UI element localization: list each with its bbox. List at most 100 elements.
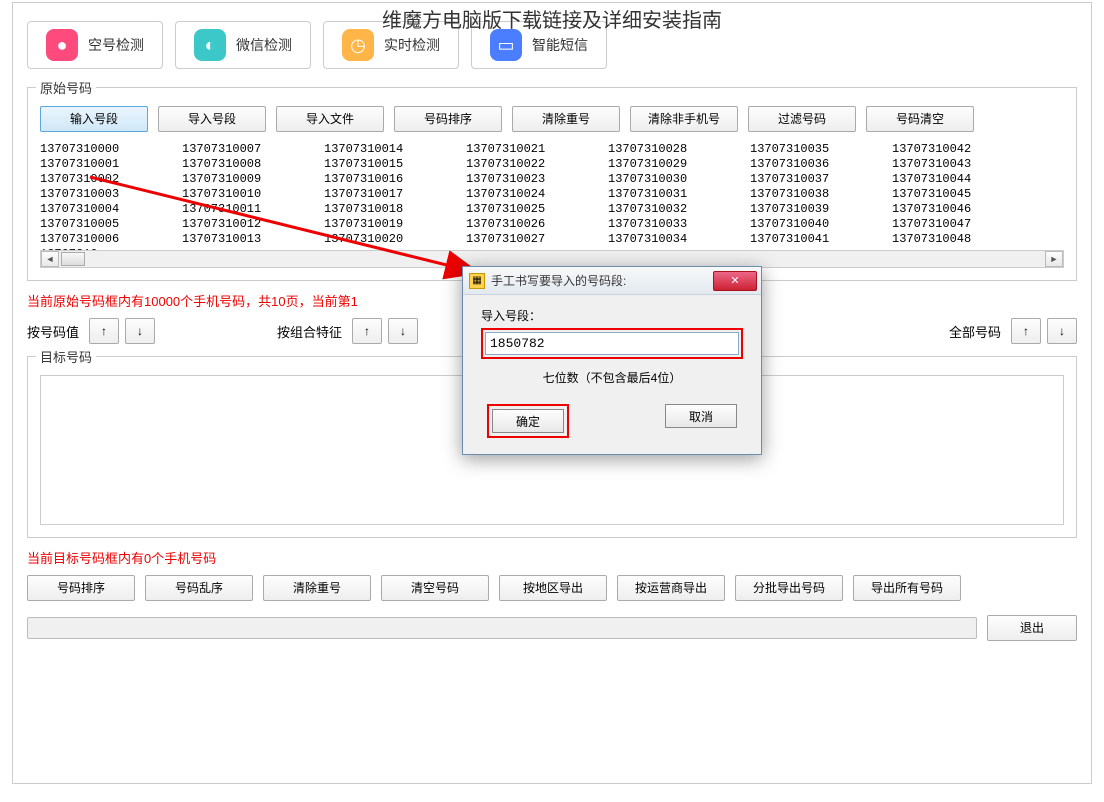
ok-button[interactable]: 确定 xyxy=(492,409,564,433)
remove-nonmobile-button[interactable]: 清除非手机号 xyxy=(630,106,738,132)
number-column: 1370731004213707310043137073100441370731… xyxy=(892,142,1034,247)
sort-group-down-button[interactable]: ↓ xyxy=(388,318,418,344)
all-down-button[interactable]: ↓ xyxy=(1047,318,1077,344)
export-region-button[interactable]: 按地区导出 xyxy=(499,575,607,601)
source-title: 原始号码 xyxy=(36,78,96,97)
scroll-left-icon[interactable]: ◄ xyxy=(41,251,59,267)
number-cell[interactable]: 13707310037 xyxy=(750,172,892,187)
dialog-field-label: 导入号段： xyxy=(481,307,743,324)
dedupe-button[interactable]: 清除重号 xyxy=(512,106,620,132)
number-cell[interactable]: 13707310030 xyxy=(608,172,750,187)
cancel-button[interactable]: 取消 xyxy=(665,404,737,428)
scroll-thumb[interactable] xyxy=(61,252,85,266)
number-cell[interactable]: 13707310045 xyxy=(892,187,1034,202)
number-cell[interactable]: 13707310032 xyxy=(608,202,750,217)
number-cell[interactable]: 13707310039 xyxy=(750,202,892,217)
clear-numbers-button[interactable]: 号码清空 xyxy=(866,106,974,132)
number-cell[interactable]: 13707310041 xyxy=(750,232,892,247)
number-cell[interactable]: 13707310009 xyxy=(182,172,324,187)
tab-empty-check[interactable]: ● 空号检测 xyxy=(27,21,163,69)
number-cell[interactable]: 13707310029 xyxy=(608,157,750,172)
number-cell[interactable]: 13707310024 xyxy=(466,187,608,202)
number-cell[interactable]: 13707310021 xyxy=(466,142,608,157)
number-cell[interactable]: 13707310003 xyxy=(40,187,182,202)
number-cell[interactable]: 13707310016 xyxy=(324,172,466,187)
filter-button[interactable]: 过滤号码 xyxy=(748,106,856,132)
input-segment-dialog: ▦ 手工书写要导入的号码段: ✕ 导入号段： 七位数（不包含最后4位） 确定 取… xyxy=(462,266,762,455)
number-cell[interactable]: 13707310000 xyxy=(40,142,182,157)
number-cell[interactable]: 13707310025 xyxy=(466,202,608,217)
sort-group-up-button[interactable]: ↑ xyxy=(352,318,382,344)
number-cell[interactable]: 13707310043 xyxy=(892,157,1034,172)
number-cell[interactable]: 13707310022 xyxy=(466,157,608,172)
ok-highlight: 确定 xyxy=(487,404,569,438)
export-carrier-button[interactable]: 按运营商导出 xyxy=(617,575,725,601)
export-all-button[interactable]: 导出所有号码 xyxy=(853,575,961,601)
number-cell[interactable]: 13707310044 xyxy=(892,172,1034,187)
number-column: 1370731013707310137073101370731013707310… xyxy=(40,247,100,250)
number-cell[interactable]: 13707310042 xyxy=(892,142,1034,157)
number-cell[interactable]: 13707310015 xyxy=(324,157,466,172)
number-cell[interactable]: 13707310026 xyxy=(466,217,608,232)
number-cell[interactable]: 13707310001 xyxy=(40,157,182,172)
number-cell[interactable]: 13707310036 xyxy=(750,157,892,172)
number-cell[interactable]: 13707310019 xyxy=(324,217,466,232)
number-cell[interactable]: 13707310048 xyxy=(892,232,1034,247)
dialog-body: 导入号段： 七位数（不包含最后4位） 确定 取消 xyxy=(463,295,761,454)
tgt-clear-button[interactable]: 清空号码 xyxy=(381,575,489,601)
input-segment-button[interactable]: 输入号段 xyxy=(40,106,148,132)
tgt-shuffle-button[interactable]: 号码乱序 xyxy=(145,575,253,601)
sort-value-up-button[interactable]: ↑ xyxy=(89,318,119,344)
exit-button[interactable]: 退出 xyxy=(987,615,1077,641)
number-cell[interactable]: 13707310034 xyxy=(608,232,750,247)
scroll-right-icon[interactable]: ► xyxy=(1045,251,1063,267)
number-cell[interactable]: 13707310002 xyxy=(40,172,182,187)
import-segment-button[interactable]: 导入号段 xyxy=(158,106,266,132)
number-cell[interactable]: 13707310018 xyxy=(324,202,466,217)
sort-by-group-label: 按组合特征 xyxy=(277,322,342,341)
number-cell[interactable]: 13707310008 xyxy=(182,157,324,172)
tab-label: 智能短信 xyxy=(532,35,588,55)
number-cell[interactable]: 13707310047 xyxy=(892,217,1034,232)
number-column: 1370731002113707310022137073100231370731… xyxy=(466,142,608,247)
sort-value-down-button[interactable]: ↓ xyxy=(125,318,155,344)
import-file-button[interactable]: 导入文件 xyxy=(276,106,384,132)
tab-label: 微信检测 xyxy=(236,35,292,55)
tab-wechat-check[interactable]: ◐ 微信检测 xyxy=(175,21,311,69)
number-cell[interactable]: 13707310011 xyxy=(182,202,324,217)
dialog-input-highlight xyxy=(481,328,743,359)
number-cell[interactable]: 13707310046 xyxy=(892,202,1034,217)
dialog-hint: 七位数（不包含最后4位） xyxy=(481,369,743,386)
source-button-row: 输入号段 导入号段 导入文件 号码排序 清除重号 清除非手机号 过滤号码 号码清… xyxy=(40,106,1064,132)
number-cell[interactable]: 13707310004 xyxy=(40,202,182,217)
number-cell[interactable]: 13707310017 xyxy=(324,187,466,202)
number-cell[interactable]: 13707310 xyxy=(40,247,100,250)
close-icon[interactable]: ✕ xyxy=(713,271,757,291)
number-cell[interactable]: 13707310023 xyxy=(466,172,608,187)
tgt-sort-button[interactable]: 号码排序 xyxy=(27,575,135,601)
number-cell[interactable]: 13707310028 xyxy=(608,142,750,157)
number-cell[interactable]: 13707310020 xyxy=(324,232,466,247)
number-cell[interactable]: 13707310010 xyxy=(182,187,324,202)
number-cell[interactable]: 13707310038 xyxy=(750,187,892,202)
number-cell[interactable]: 13707310013 xyxy=(182,232,324,247)
all-up-button[interactable]: ↑ xyxy=(1011,318,1041,344)
number-cell[interactable]: 13707310012 xyxy=(182,217,324,232)
number-cell[interactable]: 13707310035 xyxy=(750,142,892,157)
tab-label: 空号检测 xyxy=(88,35,144,55)
tgt-dedupe-button[interactable]: 清除重号 xyxy=(263,575,371,601)
number-cell[interactable]: 13707310040 xyxy=(750,217,892,232)
number-cell[interactable]: 13707310005 xyxy=(40,217,182,232)
number-cell[interactable]: 13707310014 xyxy=(324,142,466,157)
sort-numbers-button[interactable]: 号码排序 xyxy=(394,106,502,132)
number-cell[interactable]: 13707310027 xyxy=(466,232,608,247)
bottom-bar: 退出 xyxy=(27,615,1077,641)
dialog-titlebar[interactable]: ▦ 手工书写要导入的号码段: ✕ xyxy=(463,267,761,295)
segment-input[interactable] xyxy=(485,332,739,355)
export-batch-button[interactable]: 分批导出号码 xyxy=(735,575,843,601)
number-cell[interactable]: 13707310007 xyxy=(182,142,324,157)
number-cell[interactable]: 13707310033 xyxy=(608,217,750,232)
number-cell[interactable]: 13707310006 xyxy=(40,232,182,247)
number-cell[interactable]: 13707310031 xyxy=(608,187,750,202)
bubble-icon: ● xyxy=(46,29,78,61)
